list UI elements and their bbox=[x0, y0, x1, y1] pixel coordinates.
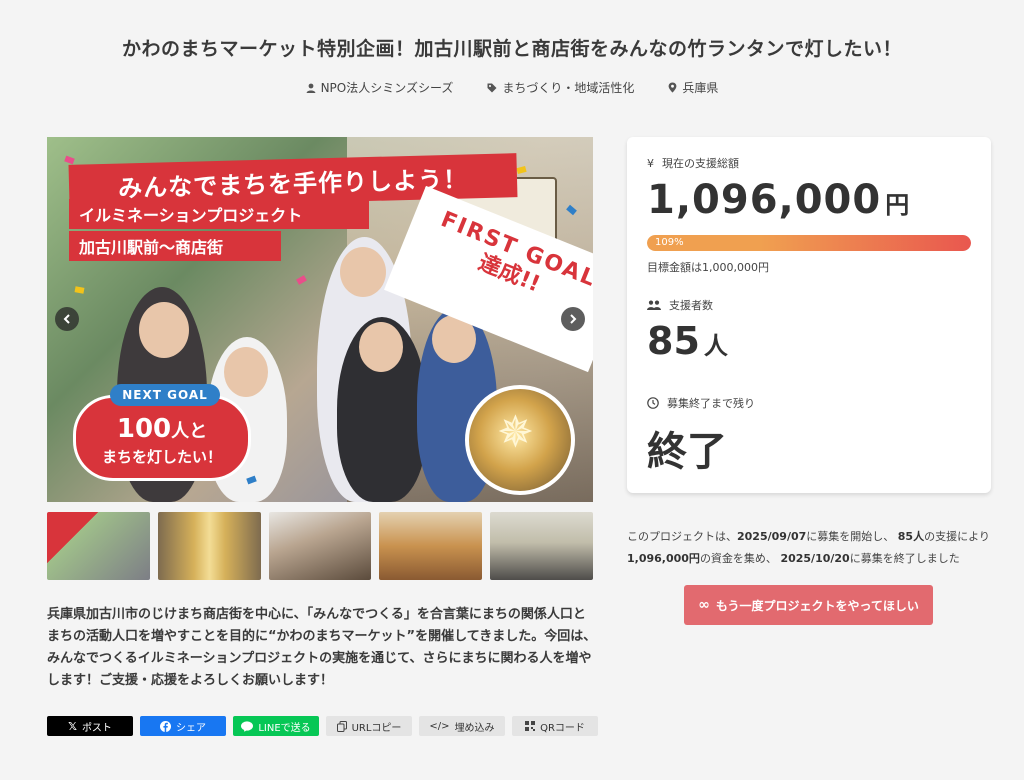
project-title: かわのまちマーケット特別企画！加古川駅前と商店街をみんなの竹ランタンで灯したい！ bbox=[121, 38, 902, 60]
hero-image-carousel[interactable]: みんなでまちを手作りしよう！ イルミネーションプロジェクト 加古川駅前〜商店街 … bbox=[47, 137, 593, 502]
summary-prefix: このプロジェクトは、 bbox=[627, 530, 737, 543]
funding-progress-bar: 109% bbox=[647, 235, 971, 251]
hero-photo-face bbox=[139, 302, 189, 358]
url-copy-label: URLコピー bbox=[351, 722, 402, 734]
x-post-label: ポスト bbox=[81, 722, 112, 734]
project-description: 兵庫県加古川市のじけまち商店街を中心に、「みんなでつくる」を合言葉にまちの関係人… bbox=[47, 607, 597, 688]
thumbnail-4[interactable] bbox=[379, 512, 483, 580]
chevron-right-icon bbox=[570, 314, 577, 324]
remaining-value: 終了 bbox=[647, 429, 727, 475]
organizer-link[interactable]: NPO法人シミンズシーズ bbox=[306, 79, 454, 96]
thumbnail-strip bbox=[47, 512, 593, 580]
total-label: 現在の支援総額 bbox=[662, 157, 739, 170]
project-summary: このプロジェクトは、2025/09/07に募集を開始し、 85人の支援により 1… bbox=[627, 526, 999, 570]
line-icon bbox=[241, 720, 254, 732]
hero-photo-face bbox=[359, 322, 403, 372]
yen-icon: ¥ bbox=[647, 156, 654, 170]
person-unit: 人 bbox=[703, 332, 728, 360]
yen-unit: 円 bbox=[885, 191, 911, 219]
line-send-label: LINEで送る bbox=[258, 722, 311, 734]
summary-mid1: に募集を開始し、 bbox=[806, 530, 895, 543]
next-goal-bubble: NEXT GOAL 100人と まちを灯したい！ bbox=[73, 384, 251, 481]
confetti bbox=[74, 286, 85, 294]
carousel-prev-button[interactable] bbox=[55, 307, 79, 331]
target-amount: 目標金額は1,000,000円 bbox=[647, 261, 769, 274]
share-buttons: 𝕏 ポスト シェア LINEで送る URLコピー </> 埋め込み QRコード bbox=[47, 716, 598, 736]
hero-banner-place: 加古川駅前〜商店街 bbox=[69, 231, 281, 261]
summary-suffix: に募集を終了しました bbox=[849, 552, 960, 565]
qr-code-label: QRコード bbox=[540, 722, 585, 734]
url-copy-button[interactable]: URLコピー bbox=[326, 716, 412, 736]
copy-icon bbox=[336, 720, 347, 732]
next-goal-number: 100 bbox=[116, 414, 172, 444]
supporters-label: 支援者数 bbox=[669, 299, 713, 312]
tag-icon bbox=[487, 83, 497, 92]
star-pattern-icon: ✵ bbox=[497, 407, 534, 458]
remaining-label-row: 募集終了まで残り bbox=[647, 395, 755, 411]
category-name: まちづくり・地域活性化 bbox=[502, 81, 635, 95]
thumbnail-image bbox=[157, 512, 261, 580]
x-post-button[interactable]: 𝕏 ポスト bbox=[47, 716, 133, 736]
embed-button[interactable]: </> 埋め込み bbox=[419, 716, 505, 736]
carousel-next-button[interactable] bbox=[561, 307, 585, 331]
hero-photo-face bbox=[224, 347, 268, 397]
summary-mid3: の資金を集め、 bbox=[699, 552, 777, 565]
user-icon bbox=[306, 83, 315, 93]
users-icon bbox=[647, 300, 661, 310]
thumbnail-2[interactable] bbox=[157, 512, 261, 580]
next-goal-unit: 人と bbox=[171, 421, 208, 442]
facebook-share-button[interactable]: シェア bbox=[140, 716, 226, 736]
code-icon: </> bbox=[429, 720, 450, 732]
location-link[interactable]: 兵庫県 bbox=[668, 79, 718, 96]
thumbnail-image bbox=[379, 512, 483, 580]
progress-fill bbox=[647, 235, 971, 251]
summary-amount: 1,096,000円 bbox=[627, 552, 700, 565]
map-pin-icon bbox=[669, 82, 677, 93]
infinity-icon: ∞ bbox=[698, 597, 710, 613]
bamboo-lantern-photo: ✵ bbox=[465, 385, 575, 495]
qr-code-button[interactable]: QRコード bbox=[512, 716, 598, 736]
project-meta: NPO法人シミンズシーズ まちづくり・地域活性化 兵庫県 bbox=[0, 79, 1024, 96]
funding-stats-card: ¥ 現在の支援総額 1,096,000 円 109% 目標金額は1,000,000… bbox=[627, 137, 991, 493]
hero-photo-face bbox=[340, 247, 386, 297]
thumbnail-5[interactable] bbox=[490, 512, 593, 580]
summary-end-date: 2025/10/20 bbox=[780, 552, 850, 565]
thumbnail-image bbox=[47, 512, 150, 580]
facebook-share-label: シェア bbox=[176, 722, 206, 734]
line-send-button[interactable]: LINEで送る bbox=[233, 716, 319, 736]
next-goal-number-row: 100人と bbox=[76, 416, 248, 442]
total-amount: 1,096,000 円 bbox=[647, 177, 910, 223]
chevron-left-icon bbox=[63, 314, 70, 324]
progress-percent: 109% bbox=[655, 237, 684, 248]
next-goal-pill: NEXT GOAL bbox=[110, 384, 220, 406]
category-link[interactable]: まちづくり・地域活性化 bbox=[487, 79, 634, 96]
embed-label: 埋め込み bbox=[454, 722, 495, 734]
supporters-count-value: 85 bbox=[647, 319, 700, 363]
request-again-button[interactable]: ∞ もう一度プロジェクトをやってほしい bbox=[684, 585, 933, 625]
thumbnail-3[interactable] bbox=[268, 512, 372, 580]
request-again-label: もう一度プロジェクトをやってほしい bbox=[715, 598, 919, 613]
remaining-label: 募集終了まで残り bbox=[667, 397, 755, 410]
hero-banner-sub: イルミネーションプロジェクト bbox=[69, 199, 369, 229]
supporters-label-row: 支援者数 bbox=[647, 297, 713, 313]
location-name: 兵庫県 bbox=[682, 81, 719, 95]
summary-start-date: 2025/09/07 bbox=[737, 530, 807, 543]
x-logo-icon: 𝕏 bbox=[68, 719, 77, 733]
next-goal-text: まちを灯したい！ bbox=[101, 448, 222, 466]
organizer-name: NPO法人シミンズシーズ bbox=[320, 81, 454, 95]
thumbnail-1[interactable] bbox=[47, 512, 150, 580]
qr-code-icon bbox=[525, 721, 536, 731]
summary-supporters: 85人 bbox=[897, 530, 925, 543]
summary-mid2: の支援により bbox=[924, 530, 990, 543]
facebook-icon bbox=[160, 720, 171, 732]
total-amount-value: 1,096,000 bbox=[647, 177, 882, 223]
clock-icon bbox=[647, 397, 659, 409]
supporters-count: 85 人 bbox=[647, 319, 728, 363]
thumbnail-image bbox=[268, 512, 372, 580]
total-label-row: ¥ 現在の支援総額 bbox=[647, 155, 739, 171]
thumbnail-image bbox=[490, 512, 593, 580]
